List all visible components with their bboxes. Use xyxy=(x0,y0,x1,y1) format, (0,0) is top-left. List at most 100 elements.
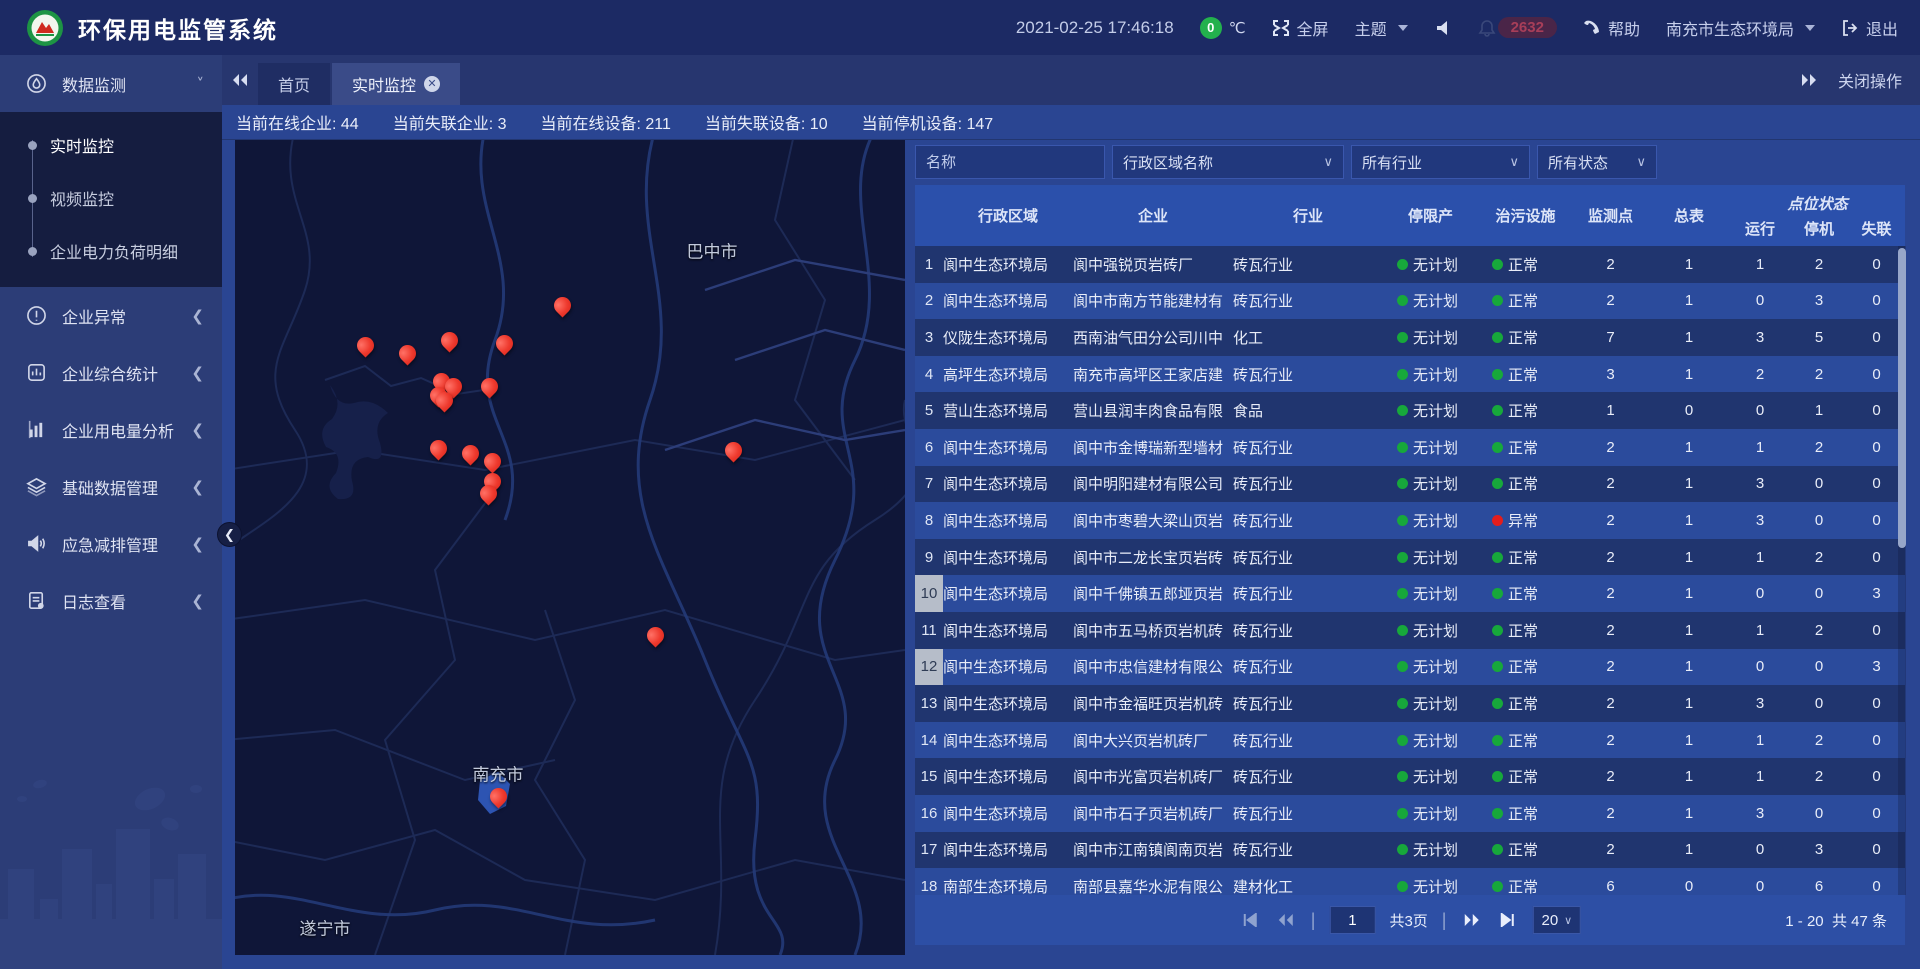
megaphone-icon xyxy=(26,533,47,554)
sidebar-collapse-button[interactable]: ❮ xyxy=(217,522,242,547)
total-meter-cell: 1 xyxy=(1648,502,1730,539)
chevron-down-icon: ˅ xyxy=(197,75,205,93)
prev-page-button[interactable] xyxy=(1275,909,1297,931)
theme-dropdown[interactable]: 主题 xyxy=(1355,16,1408,40)
sidebar-subitem-label: 视频监控 xyxy=(50,186,114,210)
total-meter-cell: 1 xyxy=(1648,429,1730,466)
monitor-count-cell: 2 xyxy=(1573,539,1648,576)
tab-close-icon[interactable]: ✕ xyxy=(424,76,440,92)
sidebar-item-5[interactable]: 基础数据管理❮ xyxy=(0,458,222,515)
org-dropdown[interactable]: 南充市生态环境局 xyxy=(1666,16,1815,40)
table-row[interactable]: 3仪陇生态环境局西南油气田分公司川中化工无计划正常71350 xyxy=(915,319,1905,356)
table-row[interactable]: 1阆中生态环境局阆中强锐页岩砖厂砖瓦行业无计划正常21120 xyxy=(915,246,1905,283)
app-root: 环保用电监管系统 2021-02-25 17:46:18 0 ℃ 全屏 主题 xyxy=(0,0,1920,969)
first-page-button[interactable] xyxy=(1239,909,1261,931)
pager-divider: | xyxy=(1311,910,1316,931)
table-row[interactable]: 16阆中生态环境局阆中市石子页岩机砖厂砖瓦行业无计划正常21300 xyxy=(915,795,1905,832)
fullscreen-icon xyxy=(1272,19,1290,37)
row-number-cell: 2 xyxy=(915,283,943,320)
row-number-cell: 1 xyxy=(915,246,943,283)
table-row[interactable]: 8阆中生态环境局阆中市枣碧大梁山页岩砖瓦行业无计划异常21300 xyxy=(915,502,1905,539)
last-page-button[interactable] xyxy=(1496,909,1518,931)
status-text: 正常 xyxy=(1508,620,1538,641)
map-canvas[interactable]: 巴中市南充市遂宁市 xyxy=(235,140,905,955)
table-header: 行政区域企业行业停限产治污设施监测点总表点位状态运行停机失联 xyxy=(915,185,1905,246)
name-search-input[interactable] xyxy=(915,145,1105,179)
total-meter-cell: 1 xyxy=(1648,246,1730,283)
total-pages-label: 共3页 xyxy=(1389,910,1427,931)
status-select[interactable]: 所有状态∨ xyxy=(1537,145,1657,179)
facility-status-cell: 正常 xyxy=(1478,466,1573,503)
run-count-cell: 3 xyxy=(1730,795,1790,832)
table-row[interactable]: 10阆中生态环境局阆中千佛镇五郎垭页岩砖瓦行业无计划正常21003 xyxy=(915,575,1905,612)
industry-cell: 砖瓦行业 xyxy=(1233,649,1383,686)
sidebar-item-6[interactable]: 应急减排管理❮ xyxy=(0,515,222,572)
total-meter-cell: 1 xyxy=(1648,356,1730,393)
next-page-button[interactable] xyxy=(1460,909,1482,931)
table-row[interactable]: 12阆中生态环境局阆中市忠信建材有限公砖瓦行业无计划正常21003 xyxy=(915,649,1905,686)
speaker-mute-button[interactable] xyxy=(1434,19,1452,37)
table-row[interactable]: 14阆中生态环境局阆中大兴页岩机砖厂砖瓦行业无计划正常21120 xyxy=(915,722,1905,759)
page-size-select[interactable]: 20 ∨ xyxy=(1532,906,1581,934)
fullscreen-button[interactable]: 全屏 xyxy=(1272,16,1329,40)
tab-strip: 首页实时监控✕ 关闭操作 xyxy=(222,55,1920,105)
table-row[interactable]: 13阆中生态环境局阆中市金福旺页岩机砖砖瓦行业无计划正常21300 xyxy=(915,685,1905,722)
table-row[interactable]: 4高坪生态环境局南充市高坪区王家店建砖瓦行业无计划正常31220 xyxy=(915,356,1905,393)
row-number-cell: 18 xyxy=(915,868,943,895)
facility-status-cell: 正常 xyxy=(1478,795,1573,832)
tab-实时监控[interactable]: 实时监控✕ xyxy=(332,63,460,105)
scrollbar-thumb[interactable] xyxy=(1898,248,1906,548)
phone-icon xyxy=(1583,19,1601,37)
stop-status-cell: 无计划 xyxy=(1383,502,1478,539)
org-label: 南充市生态环境局 xyxy=(1666,16,1794,40)
status-select-value: 所有状态 xyxy=(1548,152,1608,173)
table-row[interactable]: 9阆中生态环境局阆中市二龙长宝页岩砖砖瓦行业无计划正常21120 xyxy=(915,539,1905,576)
sidebar-item-3[interactable]: 企业综合统计❮ xyxy=(0,344,222,401)
sidebar-item-4[interactable]: 企业用电量分析❮ xyxy=(0,401,222,458)
notification-button[interactable]: 2632 xyxy=(1478,17,1557,38)
facility-status-cell: 正常 xyxy=(1478,539,1573,576)
table-row[interactable]: 17阆中生态环境局阆中市江南镇阆南页岩砖瓦行业无计划正常21030 xyxy=(915,832,1905,869)
close-operations-button[interactable]: 关闭操作 xyxy=(1838,68,1902,92)
green-status-dot xyxy=(1397,405,1408,416)
status-text: 正常 xyxy=(1508,730,1538,751)
row-number-cell: 7 xyxy=(915,466,943,503)
row-number-cell: 8 xyxy=(915,502,943,539)
table-row[interactable]: 18南部生态环境局南部县嘉华水泥有限公建材化工无计划正常60060 xyxy=(915,868,1905,895)
sidebar-item-7[interactable]: 日志查看❮ xyxy=(0,572,222,629)
tabs-scroll-left-button[interactable] xyxy=(222,55,258,105)
table-scrollbar xyxy=(1898,246,1906,895)
table-row[interactable]: 15阆中生态环境局阆中市光富页岩机砖厂砖瓦行业无计划正常21120 xyxy=(915,758,1905,795)
row-number-cell: 12 xyxy=(915,649,943,686)
table-row[interactable]: 7阆中生态环境局阆中明阳建材有限公司砖瓦行业无计划正常21300 xyxy=(915,466,1905,503)
table-row[interactable]: 5营山生态环境局营山县润丰肉食品有限食品无计划正常10010 xyxy=(915,392,1905,429)
sidebar-item-2[interactable]: 企业异常❮ xyxy=(0,287,222,344)
logout-button[interactable]: 退出 xyxy=(1841,16,1898,40)
table-row[interactable]: 6阆中生态环境局阆中市金博瑞新型墙材砖瓦行业无计划正常21120 xyxy=(915,429,1905,466)
status-text: 异常 xyxy=(1508,510,1538,531)
theme-label: 主题 xyxy=(1355,16,1387,40)
stop-status-cell: 无计划 xyxy=(1383,246,1478,283)
sidebar-subitem-视频监控[interactable]: 视频监控 xyxy=(0,171,222,224)
tabs-scroll-right-button[interactable] xyxy=(1800,55,1818,105)
region-cell: 阆中生态环境局 xyxy=(943,539,1073,576)
total-meter-cell: 0 xyxy=(1648,868,1730,895)
sidebar-subitem-实时监控[interactable]: 实时监控 xyxy=(0,118,222,171)
table-row[interactable]: 2阆中生态环境局阆中市南方节能建材有砖瓦行业无计划正常21030 xyxy=(915,283,1905,320)
chevron-left-icon: ❮ xyxy=(191,307,204,325)
industry-cell: 砖瓦行业 xyxy=(1233,575,1383,612)
tab-首页[interactable]: 首页 xyxy=(258,63,330,105)
sidebar-subitem-企业电力负荷明细[interactable]: 企业电力负荷明细 xyxy=(0,224,222,277)
status-bar: 当前在线企业: 44当前失联企业: 3当前在线设备: 211当前失联设备: 10… xyxy=(222,105,1920,140)
region-select[interactable]: 行政区域名称∨ xyxy=(1112,145,1344,179)
industry-select[interactable]: 所有行业∨ xyxy=(1351,145,1530,179)
help-button[interactable]: 帮助 xyxy=(1583,16,1640,40)
monitor-count-cell: 2 xyxy=(1573,795,1648,832)
sidebar-item-1[interactable]: 数据监测˅ xyxy=(0,55,222,112)
green-status-dot xyxy=(1397,881,1408,892)
halt-count-cell: 2 xyxy=(1790,429,1848,466)
page-number-input[interactable] xyxy=(1329,906,1375,934)
row-number-cell: 9 xyxy=(915,539,943,576)
lost-count-cell: 0 xyxy=(1848,868,1905,895)
table-row[interactable]: 11阆中生态环境局阆中市五马桥页岩机砖砖瓦行业无计划正常21120 xyxy=(915,612,1905,649)
